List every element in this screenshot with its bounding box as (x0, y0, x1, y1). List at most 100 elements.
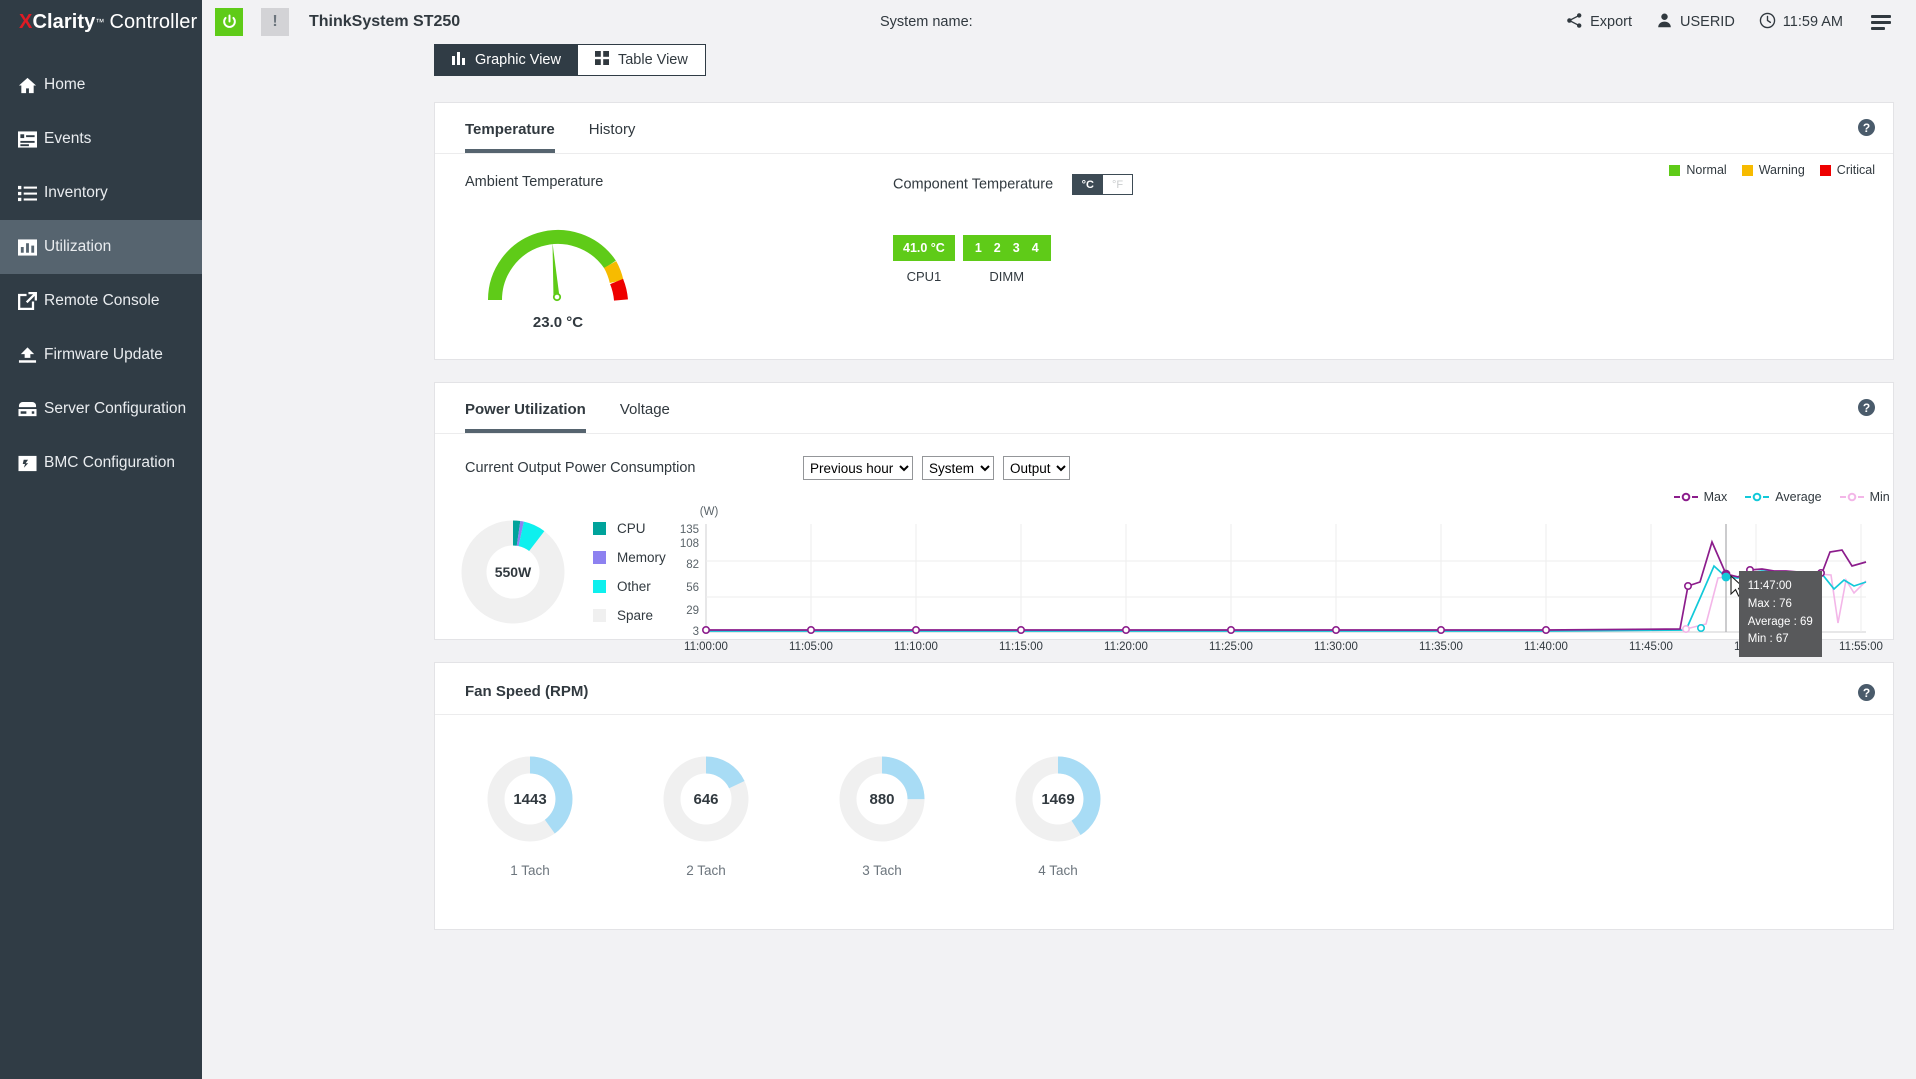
brand-x: X (19, 10, 33, 33)
power-chart-legend: Max Average Min (1673, 490, 1890, 504)
chart-legend-min[interactable]: Min (1839, 490, 1890, 504)
power-body: 550W CPU Memory Other Spare Max Average … (435, 480, 1893, 680)
brand-controller: Controller (109, 10, 198, 33)
donut-legend-memory-swatch (593, 551, 606, 564)
tab-voltage[interactable]: Voltage (620, 401, 670, 433)
svg-text:11:30:00: 11:30:00 (1314, 641, 1358, 653)
power-chart-unit-label: (W) (699, 506, 719, 518)
sidebar-item-remote-console[interactable]: Remote Console (0, 274, 202, 328)
temperature-help-symbol: ? (1862, 120, 1871, 135)
topbar-actions: Export USERID 11:59 AM (1556, 8, 1916, 37)
tab-table-view[interactable]: Table View (577, 45, 705, 75)
fan-1: 1443 1 Tach (481, 753, 579, 878)
power-chart-x-ticks: 11:00:00 11:05:00 11:10:00 11:15:00 11:2… (684, 641, 1883, 653)
dimm-label: DIMM (989, 269, 1025, 284)
tab-temperature[interactable]: Temperature (465, 121, 555, 153)
donut-legend-other: Other (593, 579, 666, 594)
power-help-icon[interactable]: ? (1858, 399, 1875, 416)
power-donut-section: 550W CPU Memory Other Spare (435, 486, 666, 658)
export-button[interactable]: Export (1556, 8, 1642, 37)
power-tabs: Power Utilization Voltage (435, 383, 1893, 434)
power-icon[interactable] (215, 8, 243, 36)
sidebar-item-home[interactable]: Home (0, 58, 202, 112)
clock-button[interactable]: 11:59 AM (1749, 8, 1853, 37)
donut-legend-spare: Spare (593, 608, 666, 623)
hamburger-icon[interactable] (1857, 11, 1897, 34)
tab-table-view-label: Table View (617, 52, 688, 68)
temperature-status-legend: Normal Warning Critical (1669, 163, 1875, 177)
temperature-tabs: Temperature History (435, 103, 1893, 154)
main-area: ! ThinkSystem ST250 System name: Export … (202, 0, 1916, 1079)
server-configuration-icon (10, 401, 44, 418)
tab-power-utilization[interactable]: Power Utilization (465, 401, 586, 433)
chart-legend-min-label: Min (1869, 490, 1890, 504)
sidebar-item-remote-console-label: Remote Console (44, 292, 160, 309)
donut-legend-cpu-label: CPU (617, 521, 646, 536)
temperature-help-icon[interactable]: ? (1858, 119, 1875, 136)
sidebar-item-firmware-update[interactable]: Firmware Update (0, 328, 202, 382)
power-chart-section: Max Average Min (W) 135 108 82 56 29 3 1… (666, 486, 1916, 658)
sidebar-item-utilization[interactable]: Utilization (0, 220, 202, 274)
fan-2-label: 2 Tach (686, 863, 726, 878)
status-warning-icon[interactable]: ! (261, 8, 289, 36)
dimm-slot-4[interactable]: 4 (1032, 241, 1039, 255)
fan-4-value: 1469 (1041, 790, 1075, 808)
dimm-slot-3[interactable]: 3 (1013, 241, 1020, 255)
svg-text:29: 29 (686, 605, 699, 617)
remote-console-icon (10, 292, 44, 310)
component-temperature-title: Component Temperature (893, 176, 1054, 193)
fan-help-icon[interactable]: ? (1858, 684, 1875, 701)
power-filters: Previous hour System Output (803, 456, 1070, 480)
ambient-temperature-value: 23.0 °C (532, 314, 584, 331)
tab-history-label: History (588, 121, 636, 138)
svg-text:11:10:00: 11:10:00 (894, 641, 938, 653)
legend-critical-label: Critical (1836, 163, 1875, 177)
chart-legend-average[interactable]: Average (1745, 490, 1822, 504)
app-root: X Clarity ™ Controller Home Events Inventor (0, 0, 1916, 1079)
unit-celsius-button[interactable]: °C (1072, 175, 1103, 194)
sidebar-item-server-configuration-label: Server Configuration (44, 400, 187, 417)
svg-text:11:15:00: 11:15:00 (999, 641, 1043, 653)
tab-history[interactable]: History (589, 121, 636, 153)
utilization-icon (10, 238, 44, 256)
scope-select[interactable]: System (922, 456, 994, 480)
user-icon (1656, 12, 1673, 33)
tooltip-average: Average : 69 (1747, 615, 1813, 628)
unit-fahrenheit-button[interactable]: °F (1102, 175, 1133, 194)
svg-text:11:25:00: 11:25:00 (1209, 641, 1253, 653)
sidebar-item-utilization-label: Utilization (44, 238, 112, 255)
power-donut-legend: CPU Memory Other Spare (593, 521, 666, 623)
sidebar-item-events[interactable]: Events (0, 112, 202, 166)
view-switch: Graphic View Table View (434, 44, 706, 76)
tab-graphic-view[interactable]: Graphic View (435, 45, 578, 75)
dimm-slot-2[interactable]: 2 (994, 241, 1001, 255)
dimm-slot-1[interactable]: 1 (975, 241, 982, 255)
fan-1-value: 1443 (513, 790, 547, 808)
type-select[interactable]: Output (1003, 456, 1070, 480)
range-select[interactable]: Previous hour (803, 456, 913, 480)
chart-legend-average-label: Average (1775, 490, 1822, 504)
sidebar-item-inventory-label: Inventory (44, 184, 108, 201)
legend-normal-label: Normal (1686, 163, 1727, 177)
cpu1-badge[interactable]: 41.0 °C (893, 235, 955, 261)
clock-label: 11:59 AM (1782, 14, 1843, 30)
sidebar-item-bmc-configuration[interactable]: BMC Configuration (0, 436, 202, 490)
fan-list: 1443 1 Tach 646 2 Tach 880 3 Tach 1469 4… (435, 715, 1893, 912)
component-dimm: 1 2 3 4 DIMM (962, 235, 1051, 284)
legend-warning-label: Warning (1758, 163, 1805, 177)
dimm-badge[interactable]: 1 2 3 4 (962, 235, 1051, 261)
sidebar-item-inventory[interactable]: Inventory (0, 166, 202, 220)
ambient-gauge: 23.0 °C (465, 220, 651, 331)
fan-2: 646 2 Tach (657, 753, 755, 878)
sidebar-nav: Home Events Inventory Utilization Remote… (0, 58, 202, 490)
chart-legend-average-marker (1745, 492, 1770, 502)
brand-logo: X Clarity ™ Controller (0, 0, 202, 44)
svg-text:11:35:00: 11:35:00 (1419, 641, 1463, 653)
user-menu-button[interactable]: USERID (1646, 8, 1745, 37)
chart-legend-max[interactable]: Max (1673, 490, 1727, 504)
status-warning-symbol: ! (272, 13, 278, 30)
sidebar-item-server-configuration[interactable]: Server Configuration (0, 382, 202, 436)
fan-speed-title: Fan Speed (RPM) (435, 663, 1893, 715)
svg-text:11:45:00: 11:45:00 (1629, 641, 1673, 653)
fan-4: 1469 4 Tach (1009, 753, 1107, 878)
